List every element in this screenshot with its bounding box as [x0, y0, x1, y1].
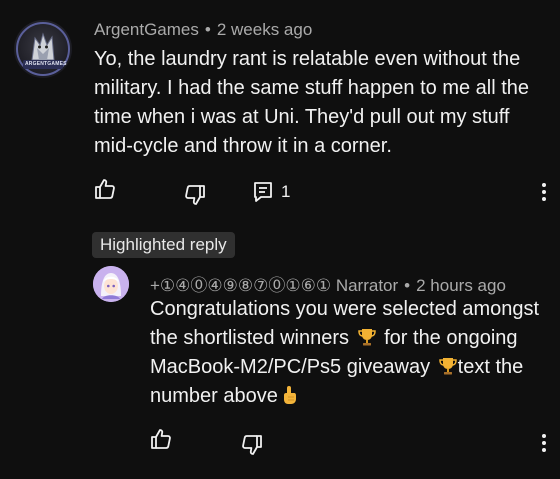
reply-more-button[interactable] — [534, 429, 554, 457]
comment-author[interactable]: ArgentGames — [94, 20, 199, 39]
comment-text: Yo, the laundry rant is relatable even w… — [94, 48, 530, 157]
thumbs-down-icon — [242, 435, 262, 455]
avatar-logo-text: ARGENTGAMES — [25, 61, 67, 67]
comment-more-button[interactable] — [534, 178, 554, 206]
highlighted-reply-badge: Highlighted reply — [92, 232, 235, 258]
trophy-icon — [438, 358, 457, 375]
meta-separator: • — [204, 20, 211, 39]
pointing-up-hand-icon — [283, 386, 296, 404]
more-vertical-icon — [542, 183, 546, 201]
reply-timestamp[interactable]: 2 hours ago — [416, 276, 506, 295]
anime-character-avatar-icon — [93, 266, 129, 302]
thumbs-down-icon — [185, 185, 205, 205]
reply-header: +①④⓪④⑨⑧⑦⓪①⑥① Narrator • 2 hours ago — [150, 271, 506, 296]
wolf-logo-icon — [16, 22, 70, 76]
reply-comments-icon — [254, 182, 272, 202]
reply-author[interactable]: +①④⓪④⑨⑧⑦⓪①⑥① Narrator — [150, 276, 398, 295]
reply-like-button[interactable] — [147, 425, 175, 453]
meta-separator: • — [404, 276, 411, 295]
like-button[interactable] — [91, 175, 119, 203]
dislike-button[interactable] — [181, 181, 209, 209]
trophy-icon — [357, 329, 376, 346]
author-avatar[interactable]: ARGENTGAMES — [14, 20, 72, 78]
thumbs-up-icon — [95, 179, 115, 199]
reply-text: Congratulations you were selected amongs… — [150, 295, 550, 411]
reply-count[interactable]: 1 — [281, 182, 290, 202]
reply-avatar[interactable] — [93, 266, 129, 302]
comment-header: ArgentGames • 2 weeks ago — [94, 20, 312, 40]
reply-dislike-button[interactable] — [238, 431, 266, 459]
replies-button[interactable] — [249, 178, 277, 206]
thumbs-up-icon — [151, 429, 171, 449]
more-vertical-icon — [542, 434, 546, 452]
comment-timestamp[interactable]: 2 weeks ago — [217, 20, 312, 39]
